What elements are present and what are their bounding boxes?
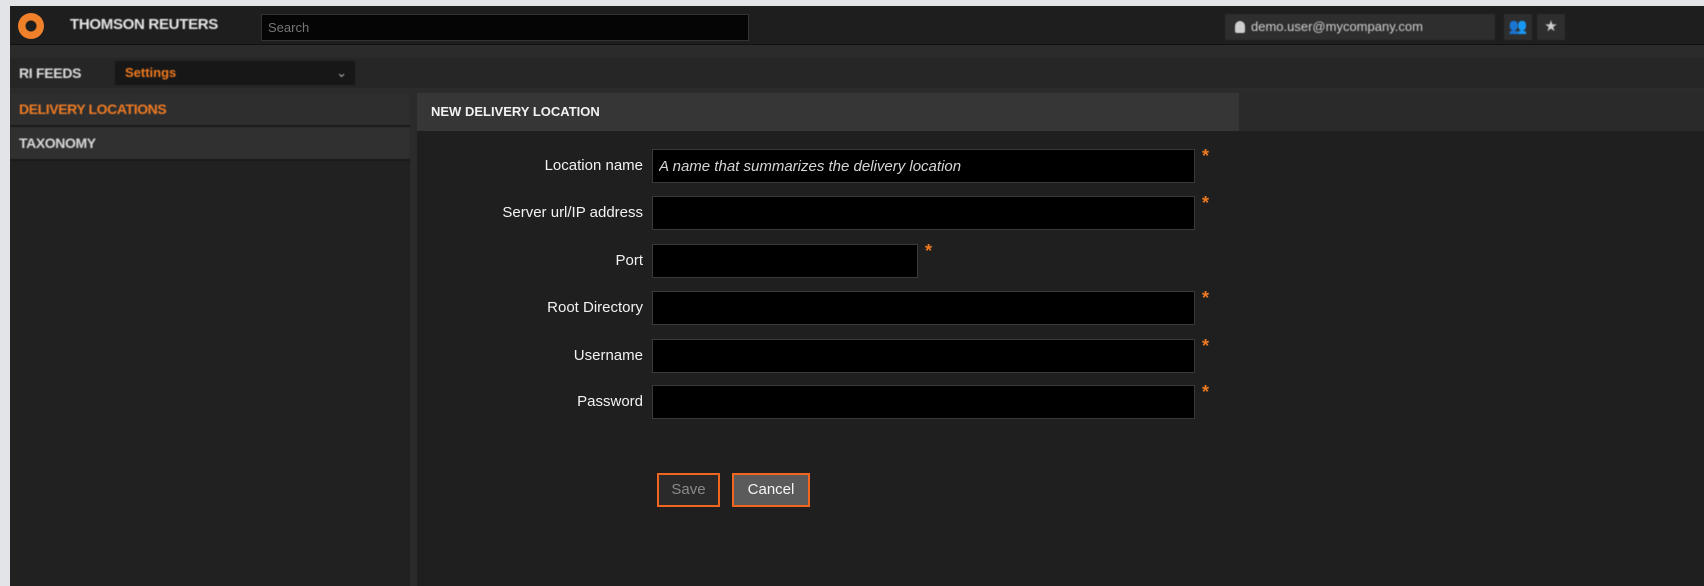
port-label: Port — [615, 252, 643, 269]
server-url-label: Server url/IP address — [502, 204, 643, 221]
save-button[interactable]: Save — [657, 473, 720, 507]
required-marker: * — [1202, 336, 1210, 356]
search-input[interactable] — [261, 14, 749, 41]
user-icon — [1235, 21, 1245, 33]
username-input[interactable] — [652, 339, 1195, 373]
section-title: RI FEEDS — [19, 65, 82, 81]
root-directory-label: Root Directory — [547, 299, 643, 316]
cancel-button[interactable]: Cancel — [732, 473, 810, 507]
root-directory-row: Root Directory * — [417, 288, 1417, 325]
port-input[interactable] — [652, 244, 918, 278]
user-menu[interactable]: demo.user@mycompany.com — [1225, 14, 1495, 40]
star-icon[interactable]: ★ — [1537, 14, 1565, 40]
user-email: demo.user@mycompany.com — [1251, 19, 1423, 34]
sidebar-item-taxonomy[interactable]: TAXONOMY — [10, 127, 410, 161]
password-input[interactable] — [652, 385, 1195, 419]
location-name-row: Location name * — [417, 146, 1417, 183]
new-delivery-location-panel: NEW DELIVERY LOCATION Location name * Se… — [417, 93, 1704, 586]
required-marker: * — [1202, 146, 1210, 166]
root-directory-input[interactable] — [652, 291, 1195, 325]
settings-dropdown[interactable]: Settings ⌄ — [115, 61, 355, 85]
sidebar-item-delivery-locations[interactable]: DELIVERY LOCATIONS — [10, 93, 410, 127]
users-icon[interactable]: 👥 — [1504, 14, 1532, 40]
location-name-label: Location name — [544, 157, 643, 174]
panel-header-extension — [1239, 93, 1704, 131]
sidebar: DELIVERY LOCATIONS TAXONOMY — [10, 93, 410, 586]
username-row: Username * — [417, 336, 1417, 373]
chevron-down-icon: ⌄ — [336, 65, 347, 80]
panel-header: NEW DELIVERY LOCATION — [417, 93, 1239, 131]
password-row: Password * — [417, 382, 1417, 419]
brand-name: THOMSON REUTERS — [70, 16, 219, 33]
username-label: Username — [573, 347, 643, 364]
app-window: THOMSON REUTERS demo.user@mycompany.com … — [10, 6, 1704, 586]
server-url-row: Server url/IP address * — [417, 193, 1417, 230]
server-url-input[interactable] — [652, 196, 1195, 230]
password-label: Password — [577, 393, 643, 410]
location-name-input[interactable] — [652, 149, 1195, 183]
required-marker: * — [925, 241, 933, 261]
required-marker: * — [1202, 288, 1210, 308]
thomson-reuters-logo-icon — [18, 13, 44, 39]
port-row: Port * — [417, 241, 1417, 278]
settings-dropdown-value: Settings — [125, 65, 177, 80]
top-bar: THOMSON REUTERS demo.user@mycompany.com … — [10, 6, 1704, 45]
required-marker: * — [1202, 382, 1210, 402]
sub-navigation-bar: RI FEEDS Settings ⌄ — [10, 58, 1704, 88]
required-marker: * — [1202, 193, 1210, 213]
